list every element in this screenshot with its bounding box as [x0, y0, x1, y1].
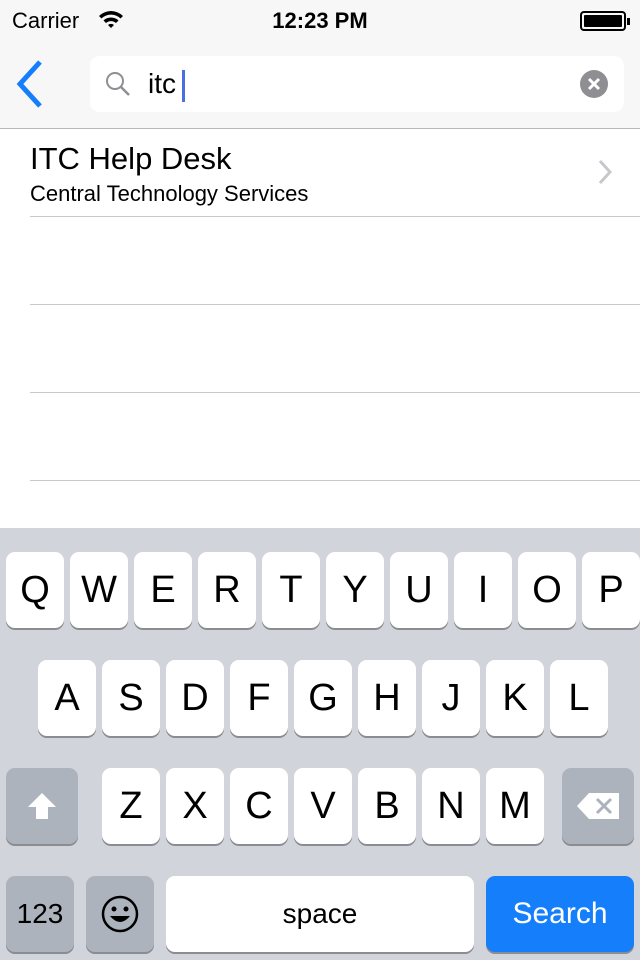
shift-icon — [28, 793, 56, 819]
key-label: F — [247, 676, 271, 719]
key-label: L — [568, 676, 590, 719]
result-row-itc-help-desk[interactable]: ITC Help Desk Central Technology Service… — [30, 129, 640, 217]
backspace-key[interactable] — [562, 768, 634, 844]
battery-icon — [580, 11, 630, 31]
key-label: C — [245, 784, 273, 827]
text-cursor — [182, 69, 185, 102]
key-d[interactable]: D — [166, 660, 224, 736]
emoji-key[interactable] — [86, 876, 154, 952]
key-y[interactable]: Y — [326, 552, 384, 628]
search-icon — [106, 72, 130, 96]
key-label: U — [405, 568, 433, 611]
key-k[interactable]: K — [486, 660, 544, 736]
key-i[interactable]: I — [454, 552, 512, 628]
key-label: V — [310, 784, 336, 827]
key-label: 123 — [16, 898, 64, 929]
key-o[interactable]: O — [518, 552, 576, 628]
chevron-right-icon — [598, 159, 612, 185]
key-f[interactable]: F — [230, 660, 288, 736]
empty-row — [30, 217, 640, 305]
key-label: Q — [20, 568, 50, 611]
key-m[interactable]: M — [486, 768, 544, 844]
empty-row — [30, 305, 640, 393]
key-label: N — [437, 784, 465, 827]
key-label: I — [477, 568, 489, 611]
shift-key[interactable] — [6, 768, 78, 844]
key-label: S — [118, 676, 144, 719]
key-label: O — [532, 568, 562, 611]
key-label: J — [441, 676, 461, 719]
key-l[interactable]: L — [550, 660, 608, 736]
back-chevron-icon[interactable] — [12, 58, 52, 110]
key-t[interactable]: T — [262, 552, 320, 628]
clear-icon[interactable] — [580, 70, 608, 98]
key-u[interactable]: U — [390, 552, 448, 628]
navigation-bar: itc — [0, 40, 640, 129]
key-label: R — [213, 568, 241, 611]
key-label: space — [282, 898, 358, 929]
key-label: A — [54, 676, 80, 719]
key-s[interactable]: S — [102, 660, 160, 736]
clock: 12:23 PM — [272, 8, 368, 33]
emoji-icon — [101, 895, 139, 933]
key-label: Y — [342, 568, 368, 611]
key-label: M — [499, 784, 531, 827]
search-input[interactable]: itc — [148, 66, 185, 102]
status-bar: Carrier 12:23 PM — [0, 0, 640, 40]
search-field[interactable]: itc — [90, 56, 624, 112]
space-key[interactable]: space — [166, 876, 474, 952]
key-label: X — [182, 784, 208, 827]
key-b[interactable]: B — [358, 768, 416, 844]
key-e[interactable]: E — [134, 552, 192, 628]
key-c[interactable]: C — [230, 768, 288, 844]
keyboard: Q W E R T Y U I O P A S D F G H J K L Z X C V B N M 123 space Search — [0, 528, 640, 960]
key-x[interactable]: X — [166, 768, 224, 844]
results-list: ITC Help Desk Central Technology Service… — [0, 129, 640, 481]
key-label: W — [81, 568, 117, 611]
key-label: G — [308, 676, 338, 719]
key-w[interactable]: W — [70, 552, 128, 628]
key-n[interactable]: N — [422, 768, 480, 844]
key-a[interactable]: A — [38, 660, 96, 736]
key-label: Z — [119, 784, 143, 827]
key-label: B — [374, 784, 400, 827]
key-v[interactable]: V — [294, 768, 352, 844]
empty-row — [30, 393, 640, 481]
key-r[interactable]: R — [198, 552, 256, 628]
numbers-key[interactable]: 123 — [6, 876, 74, 952]
key-label: H — [373, 676, 401, 719]
key-h[interactable]: H — [358, 660, 416, 736]
key-z[interactable]: Z — [102, 768, 160, 844]
backspace-icon — [577, 793, 619, 819]
key-j[interactable]: J — [422, 660, 480, 736]
key-label: T — [279, 568, 303, 611]
key-q[interactable]: Q — [6, 552, 64, 628]
result-title: ITC Help Desk — [30, 141, 232, 176]
key-label: E — [150, 568, 176, 611]
search-text: itc — [148, 68, 176, 99]
key-p[interactable]: P — [582, 552, 640, 628]
key-label: K — [502, 676, 528, 719]
search-key[interactable]: Search — [486, 876, 634, 952]
key-label: D — [181, 676, 209, 719]
result-subtitle: Central Technology Services — [30, 181, 309, 206]
key-label: P — [598, 568, 624, 611]
key-g[interactable]: G — [294, 660, 352, 736]
key-label: Search — [512, 897, 608, 930]
